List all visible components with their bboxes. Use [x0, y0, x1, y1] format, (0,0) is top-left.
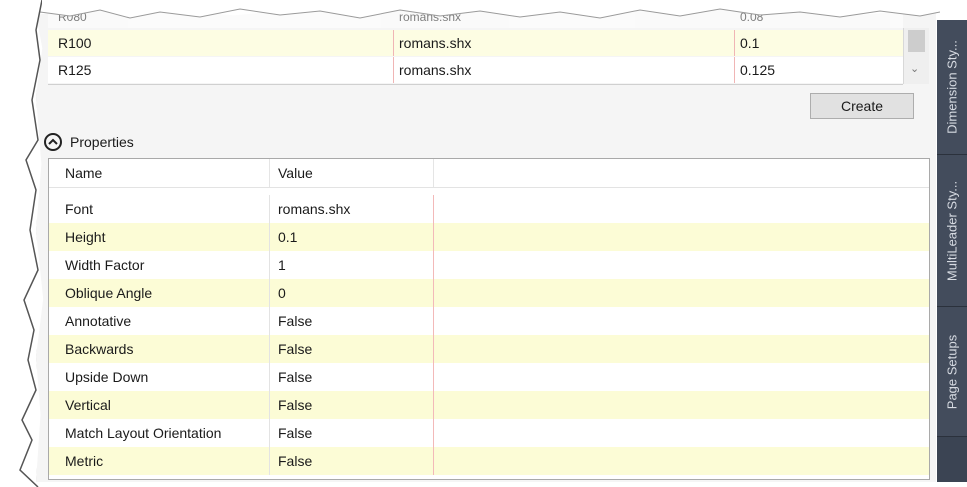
property-value[interactable]: False — [270, 307, 312, 335]
column-divider — [433, 195, 434, 223]
style-row[interactable]: R125 romans.shx 0.125 — [48, 57, 903, 83]
property-value[interactable]: 0 — [270, 279, 286, 307]
scrollbar-thumb[interactable] — [908, 30, 925, 52]
column-divider — [433, 335, 434, 363]
property-row[interactable]: Backwards False — [49, 335, 929, 363]
property-value[interactable]: False — [270, 391, 312, 419]
property-name: Width Factor — [65, 257, 145, 273]
properties-label: Properties — [70, 134, 134, 150]
column-header-value[interactable]: Value — [270, 159, 430, 187]
property-row[interactable]: Annotative False — [49, 307, 929, 335]
property-row[interactable]: Height 0.1 — [49, 223, 929, 251]
column-divider — [433, 419, 434, 447]
style-height: 0.1 — [740, 35, 760, 51]
list-bottom-border — [48, 84, 903, 85]
style-name: R125 — [58, 62, 92, 78]
property-row[interactable]: Vertical False — [49, 391, 929, 419]
property-value[interactable]: False — [270, 419, 312, 447]
style-name: R100 — [58, 35, 92, 51]
side-tab-strip: Dimension Sty... MultiLeader Sty... Page… — [937, 20, 967, 482]
properties-section-header[interactable]: Properties — [44, 130, 134, 154]
property-value[interactable]: False — [270, 447, 312, 475]
property-name: Annotative — [65, 313, 132, 329]
property-value[interactable]: 0.1 — [270, 223, 297, 251]
property-name: Backwards — [65, 341, 134, 357]
property-row[interactable]: Font romans.shx — [49, 195, 929, 223]
chevron-down-icon[interactable]: ⌄ — [910, 62, 919, 75]
property-row[interactable]: Match Layout Orientation False — [49, 419, 929, 447]
style-font: romans.shx — [399, 35, 472, 51]
column-divider — [433, 307, 434, 335]
property-value[interactable]: False — [270, 335, 312, 363]
property-row[interactable]: Oblique Angle 0 — [49, 279, 929, 307]
property-name: Oblique Angle — [65, 285, 153, 301]
property-row[interactable]: Width Factor 1 — [49, 251, 929, 279]
tab-label: MultiLeader Sty... — [944, 180, 960, 281]
collapse-up-icon[interactable] — [44, 133, 62, 151]
style-list-scrollbar[interactable]: ⌄ — [903, 28, 929, 84]
properties-table: Name Value Font romans.shx Height 0.1 Wi… — [48, 158, 930, 480]
torn-edge-top — [40, 0, 940, 19]
style-height: 0.125 — [740, 62, 776, 78]
property-value[interactable]: romans.shx — [270, 195, 350, 223]
style-font: romans.shx — [399, 62, 472, 78]
column-divider — [433, 279, 434, 307]
property-name: Height — [65, 229, 106, 245]
tab-page-setups[interactable]: Page Setups — [937, 307, 967, 437]
property-name: Upside Down — [65, 369, 149, 385]
property-value[interactable]: False — [270, 363, 312, 391]
tab-label: Dimension Sty... — [944, 40, 960, 134]
property-value[interactable]: 1 — [270, 251, 286, 279]
column-divider[interactable] — [433, 159, 434, 187]
tab-dimension-styles[interactable]: Dimension Sty... — [937, 20, 967, 155]
style-row[interactable]: R100 romans.shx 0.1 — [48, 30, 903, 56]
column-divider — [433, 391, 434, 419]
column-divider — [433, 251, 434, 279]
column-divider — [433, 363, 434, 391]
column-divider — [433, 447, 434, 475]
tab-multileader-styles[interactable]: MultiLeader Sty... — [937, 155, 967, 307]
property-row[interactable]: Metric False — [49, 447, 929, 475]
property-name: Vertical — [65, 397, 111, 413]
property-name: Match Layout Orientation — [65, 425, 222, 441]
properties-header-row: Name Value — [49, 159, 929, 188]
column-divider — [433, 223, 434, 251]
torn-edge-left — [18, 0, 42, 487]
property-name: Metric — [65, 453, 104, 469]
column-header-name[interactable]: Name — [57, 159, 267, 187]
tab-label: Page Setups — [944, 334, 960, 409]
property-name: Font — [65, 201, 94, 217]
property-row[interactable]: Upside Down False — [49, 363, 929, 391]
create-button[interactable]: Create — [810, 93, 914, 119]
